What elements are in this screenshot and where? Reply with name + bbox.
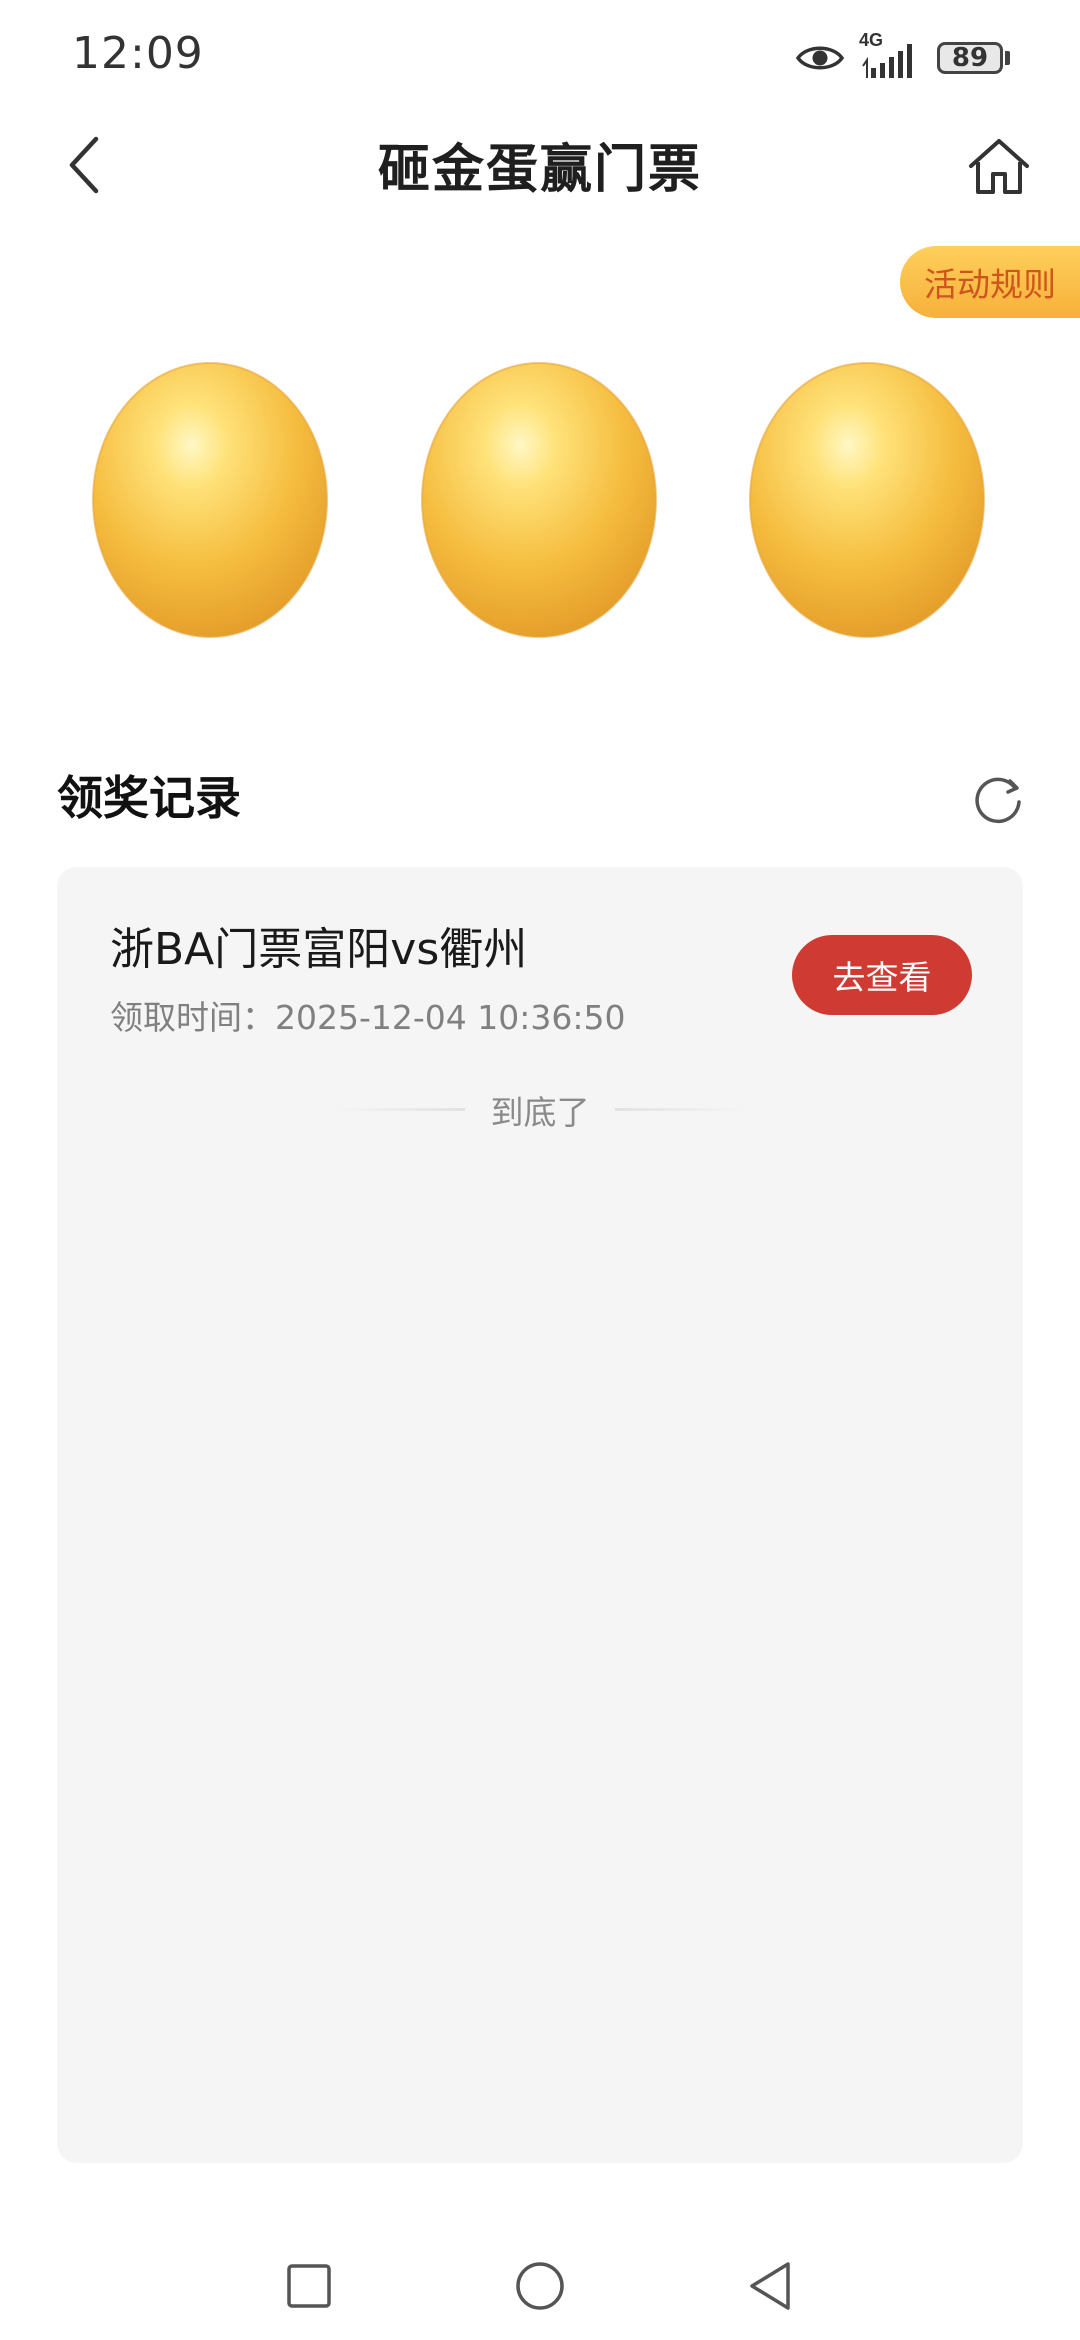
page: 12:09 4G 89 砸金蛋赢门票 活动规则 领奖记录 浙BA门票富阳vs衢州… (0, 0, 1080, 2340)
signal-icon (862, 44, 912, 78)
page-title: 砸金蛋赢门票 (377, 140, 702, 200)
home-icon (969, 139, 1029, 194)
golden-egg-icon[interactable] (419, 356, 659, 640)
nav-home-button[interactable] (508, 2254, 572, 2318)
battery-level: 89 (937, 42, 1003, 74)
golden-egg-icon[interactable] (90, 356, 330, 640)
divider-line (615, 1108, 745, 1111)
end-of-list: 到底了 (0, 1086, 1080, 1136)
system-nav-bar (0, 2240, 1080, 2340)
back-triangle-icon (750, 2262, 790, 2310)
status-icons: 4G 89 (795, 30, 1010, 80)
eye-icon (795, 46, 845, 70)
refresh-icon[interactable] (970, 772, 1026, 828)
golden-egg-icon[interactable] (747, 356, 987, 640)
recent-apps-icon (287, 2264, 331, 2308)
record-time-label: 领取时间： (110, 998, 275, 1037)
records-card: 浙BA门票富阳vs衢州 领取时间：2025-12-04 10:36:50 去查看 (57, 867, 1023, 2163)
home-button[interactable] (962, 129, 1036, 203)
home-circle-icon (516, 2262, 564, 2310)
record-item: 浙BA门票富阳vs衢州 领取时间：2025-12-04 10:36:50 去查看 (57, 867, 1023, 1037)
battery-tip (1005, 51, 1010, 65)
end-text: 到底了 (490, 1093, 590, 1132)
app-header: 砸金蛋赢门票 (0, 115, 1080, 215)
recent-apps-button[interactable] (277, 2254, 341, 2318)
record-title: 浙BA门票富阳vs衢州 (110, 924, 528, 975)
status-bar: 12:09 4G 89 (0, 0, 1080, 115)
activity-rules-button[interactable]: 活动规则 (900, 246, 1080, 318)
nav-back-button[interactable] (738, 2254, 802, 2318)
network-indicator: 4G (859, 30, 923, 80)
status-time: 12:09 (72, 28, 204, 79)
view-record-button[interactable]: 去查看 (792, 935, 972, 1015)
battery-icon: 89 (937, 42, 1010, 74)
record-time-value: 2025-12-04 10:36:50 (275, 998, 626, 1037)
record-time: 领取时间：2025-12-04 10:36:50 (110, 991, 625, 1039)
records-title: 领奖记录 (57, 771, 241, 825)
